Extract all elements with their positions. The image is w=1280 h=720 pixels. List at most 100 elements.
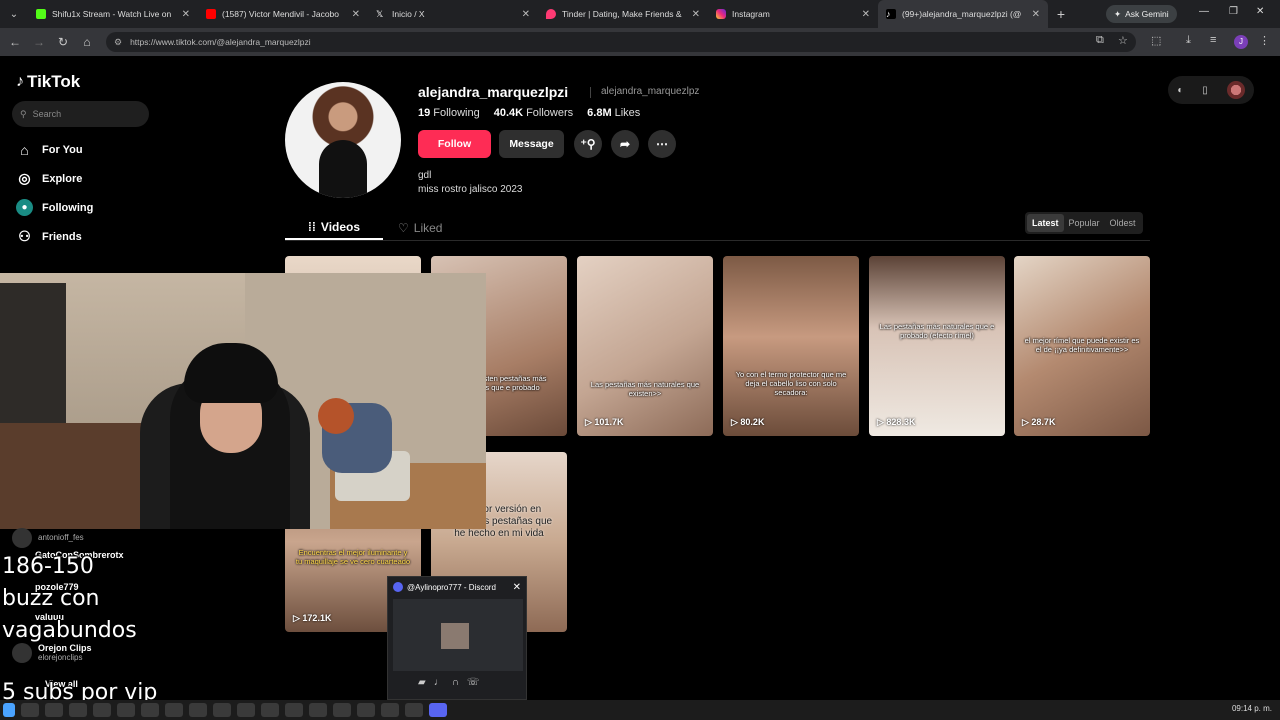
media-controls-icon[interactable]: ≡ xyxy=(1210,34,1216,46)
nav-explore[interactable]: ◎ Explore xyxy=(16,170,82,187)
search-input[interactable] xyxy=(32,109,133,119)
new-tab-plus-icon[interactable]: + xyxy=(1048,6,1074,22)
search-box[interactable]: ⚲ xyxy=(12,101,149,127)
view-count: ▷ 80.2K xyxy=(731,417,765,427)
taskbar-app-icon[interactable] xyxy=(93,703,111,717)
discord-popout[interactable]: @Aylinopro777 - Discord ✕ ▰ ♩ ∩ ☏ xyxy=(387,576,527,700)
microphone-icon[interactable]: ♩ xyxy=(434,677,444,688)
taskbar-app-icon[interactable] xyxy=(189,703,207,717)
stat-followers[interactable]: 40.4K Followers xyxy=(494,107,573,119)
close-tab-icon[interactable]: ✕ xyxy=(692,9,700,20)
video-thumbnail[interactable]: el mejor rímel que puede existir es el d… xyxy=(1014,256,1150,436)
view-count: ▷ 101.7K xyxy=(585,417,624,427)
video-thumbnail[interactable]: Yo con el termo protector que me deja el… xyxy=(723,256,859,436)
sort-latest[interactable]: Latest xyxy=(1027,214,1064,232)
tiktok-logo[interactable]: ♪ TikTok xyxy=(16,72,80,92)
more-options-icon[interactable]: ⋯ xyxy=(648,130,676,158)
forward-arrow-icon[interactable]: → xyxy=(27,35,51,49)
browser-tab[interactable]: Tinder | Dating, Make Friends & ✕ xyxy=(538,0,708,28)
camera-icon[interactable]: ▰ xyxy=(418,677,426,688)
install-app-icon[interactable]: ⧉ xyxy=(1096,34,1104,47)
following-account[interactable]: antonioff_fes xyxy=(12,528,84,548)
bio-line: gdl xyxy=(418,170,432,181)
compass-icon: ◎ xyxy=(18,170,31,186)
friends-icon: ⚇ xyxy=(18,228,31,244)
taskbar-app-icon[interactable] xyxy=(141,703,159,717)
avatar xyxy=(12,643,32,663)
following-account[interactable]: Orejon Clips elorejonclips xyxy=(12,643,92,663)
user-avatar[interactable] xyxy=(1226,81,1245,99)
profile-username: alejandra_marquezlpzi xyxy=(418,84,569,100)
browser-tab[interactable]: (1587) Victor Mendivil - Jacobo ✕ xyxy=(198,0,368,28)
nav-following[interactable]: ● Following xyxy=(16,199,93,216)
reload-icon[interactable]: ↻ xyxy=(51,35,75,49)
tab-search-chevron-icon[interactable]: ⌄ xyxy=(0,9,28,20)
browser-tab-active[interactable]: ♪ (99+)alejandra_marquezlpzi (@ ✕ xyxy=(878,0,1048,28)
close-tab-icon[interactable]: ✕ xyxy=(522,9,530,20)
taskbar-app-icon[interactable] xyxy=(333,703,351,717)
close-tab-icon[interactable]: ✕ xyxy=(1032,9,1040,20)
minimize-icon[interactable]: — xyxy=(1199,6,1209,17)
discord-stream-preview xyxy=(393,599,523,671)
phone-icon[interactable]: ▯ xyxy=(1202,85,1208,96)
site-info-icon[interactable]: ⚙ xyxy=(114,37,122,48)
taskbar-app-icon[interactable] xyxy=(285,703,303,717)
headphones-icon[interactable]: ∩ xyxy=(452,677,459,688)
overlay-text-line: 186-150 xyxy=(2,554,94,579)
tab-videos[interactable]: ⁞⁞ Videos xyxy=(285,216,383,240)
close-tab-icon[interactable]: ✕ xyxy=(182,9,190,20)
close-window-icon[interactable]: ✕ xyxy=(1256,6,1264,17)
message-button[interactable]: Message xyxy=(499,130,564,158)
back-arrow-icon[interactable]: ← xyxy=(3,35,27,49)
bio-line: miss rostro jalisco 2023 xyxy=(418,184,523,195)
share-icon[interactable]: ➦ xyxy=(611,130,639,158)
tinder-favicon-icon xyxy=(546,9,556,19)
nav-friends[interactable]: ⚇ Friends xyxy=(16,228,82,245)
ask-gemini-button[interactable]: ✦ Ask Gemini xyxy=(1106,5,1177,23)
browser-tab[interactable]: 𝕏 Inicio / X ✕ xyxy=(368,0,538,28)
sort-oldest[interactable]: Oldest xyxy=(1105,214,1141,232)
taskbar-app-icon[interactable] xyxy=(69,703,87,717)
start-windows-icon[interactable] xyxy=(3,703,15,717)
view-count: ▷ 172.1K xyxy=(293,613,332,623)
taskbar-app-icon[interactable] xyxy=(381,703,399,717)
browser-tab-bar: ⌄ Shifu1x Stream - Watch Live on ✕ (1587)… xyxy=(0,0,1280,28)
taskbar-app-icon[interactable] xyxy=(45,703,63,717)
close-icon[interactable]: ✕ xyxy=(513,582,521,593)
call-icon[interactable]: ☏ xyxy=(467,677,480,688)
sort-popular[interactable]: Popular xyxy=(1064,214,1105,232)
browser-profile-avatar[interactable]: J xyxy=(1234,35,1248,49)
download-icon[interactable]: ⤓ xyxy=(1186,34,1191,47)
browser-tab[interactable]: Shifu1x Stream - Watch Live on ✕ xyxy=(28,0,198,28)
taskbar-app-icon[interactable] xyxy=(117,703,135,717)
add-friend-icon[interactable]: ⁺⚲ xyxy=(574,130,602,158)
taskbar-app-icon[interactable] xyxy=(165,703,183,717)
compass-icon[interactable]: ◐ xyxy=(1177,85,1183,96)
nav-for-you[interactable]: ⌂ For You xyxy=(16,141,82,158)
taskbar-app-icon[interactable] xyxy=(309,703,327,717)
taskbar-app-icon[interactable] xyxy=(357,703,375,717)
extensions-icon[interactable]: ⬚ xyxy=(1151,34,1161,47)
close-tab-icon[interactable]: ✕ xyxy=(352,9,360,20)
chrome-menu-icon[interactable]: ⋮ xyxy=(1259,34,1270,47)
video-thumbnail[interactable]: Las pestañas más naturales que existen>>… xyxy=(577,256,713,436)
tab-liked[interactable]: ♡ Liked xyxy=(398,216,458,240)
stat-following[interactable]: 19 Following xyxy=(418,107,480,119)
home-icon: ⌂ xyxy=(20,141,29,158)
taskbar-app-icon[interactable] xyxy=(261,703,279,717)
home-icon[interactable]: ⌂ xyxy=(75,35,99,49)
url-omnibox[interactable]: ⚙ https://www.tiktok.com/@alejandra_marq… xyxy=(106,32,1136,52)
taskbar-app-icon[interactable] xyxy=(213,703,231,717)
taskbar-app-icon[interactable] xyxy=(405,703,423,717)
close-tab-icon[interactable]: ✕ xyxy=(862,9,870,20)
browser-tab[interactable]: Instagram ✕ xyxy=(708,0,878,28)
video-thumbnail[interactable]: Las pestañas más naturales que e probado… xyxy=(869,256,1005,436)
instagram-favicon-icon xyxy=(716,9,726,19)
kick-favicon-icon xyxy=(36,9,46,19)
bookmark-star-icon[interactable]: ☆ xyxy=(1118,34,1128,47)
search-icon[interactable] xyxy=(21,703,39,717)
taskbar-app-icon[interactable] xyxy=(237,703,255,717)
follow-button[interactable]: Follow xyxy=(418,130,491,158)
restore-icon[interactable]: ❐ xyxy=(1229,6,1238,17)
discord-taskbar-icon[interactable] xyxy=(429,703,447,717)
